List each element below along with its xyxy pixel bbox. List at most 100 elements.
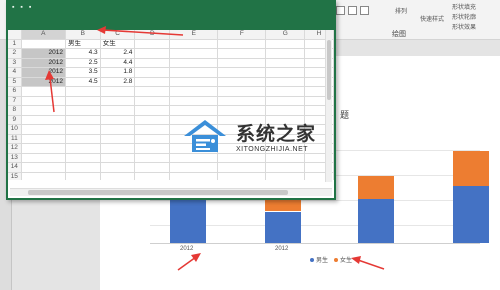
table-cell[interactable] xyxy=(266,106,306,116)
excel-quick-access[interactable]: ▪ ▪ ▪ xyxy=(12,4,33,11)
table-cell[interactable] xyxy=(170,49,219,59)
table-cell[interactable] xyxy=(100,125,136,135)
year-cell[interactable]: 2012 xyxy=(21,49,66,59)
bar-boys[interactable] xyxy=(358,198,394,243)
row-header[interactable]: 1 xyxy=(8,39,22,49)
row-header[interactable]: 3 xyxy=(8,58,22,68)
boys-value-cell[interactable]: 4.5 xyxy=(65,77,101,87)
boys-value-cell[interactable]: 2.5 xyxy=(65,58,101,68)
table-cell[interactable] xyxy=(65,96,101,106)
table-cell[interactable] xyxy=(218,172,267,180)
table-cell[interactable] xyxy=(100,87,136,97)
table-cell[interactable] xyxy=(100,163,136,173)
table-cell[interactable] xyxy=(135,58,171,68)
table-cell[interactable] xyxy=(21,125,66,135)
table-cell[interactable] xyxy=(21,144,66,154)
table-cell[interactable] xyxy=(135,115,171,125)
table-cell[interactable] xyxy=(218,106,267,116)
row-header[interactable]: 6 xyxy=(8,87,22,97)
table-cell[interactable] xyxy=(218,49,267,59)
table-cell[interactable] xyxy=(170,77,219,87)
rotate-icon[interactable] xyxy=(348,6,357,15)
table-cell[interactable] xyxy=(135,125,171,135)
table-cell[interactable] xyxy=(266,172,306,180)
scrollbar-thumb[interactable] xyxy=(28,190,288,195)
table-cell[interactable] xyxy=(135,153,171,163)
table-cell[interactable] xyxy=(170,106,219,116)
boys-value-cell[interactable]: 4.3 xyxy=(65,49,101,59)
row-header[interactable]: 14 xyxy=(8,163,22,173)
table-cell[interactable] xyxy=(170,87,219,97)
table-cell[interactable] xyxy=(65,163,101,173)
bar-boys[interactable] xyxy=(265,211,301,243)
horizontal-scrollbar[interactable] xyxy=(10,188,332,196)
column-header[interactable]: G xyxy=(266,30,306,40)
table-cell[interactable] xyxy=(101,172,136,180)
table-cell[interactable] xyxy=(218,77,267,87)
table-cell[interactable] xyxy=(218,68,267,78)
row-header[interactable]: 4 xyxy=(8,68,22,78)
table-cell[interactable] xyxy=(100,96,136,106)
table-cell[interactable] xyxy=(266,58,306,68)
table-cell[interactable] xyxy=(65,87,101,97)
arrange-label[interactable]: 排列 xyxy=(395,6,407,15)
table-cell[interactable] xyxy=(170,96,219,106)
row-header[interactable]: 9 xyxy=(8,115,22,125)
table-cell[interactable] xyxy=(170,68,219,78)
table-cell[interactable] xyxy=(100,134,136,144)
bar-girls[interactable] xyxy=(358,176,394,199)
cell-a1[interactable] xyxy=(21,39,66,49)
table-cell[interactable] xyxy=(100,115,136,125)
table-cell[interactable] xyxy=(65,106,101,116)
cell-c1[interactable]: 女生 xyxy=(100,39,136,49)
table-cell[interactable] xyxy=(135,106,171,116)
table-cell[interactable] xyxy=(21,163,66,173)
year-cell[interactable]: 2012 xyxy=(21,58,66,68)
cell-b1[interactable]: 男生 xyxy=(65,39,101,49)
row-header[interactable]: 2 xyxy=(8,49,22,59)
table-cell[interactable] xyxy=(135,163,171,173)
table-cell[interactable] xyxy=(218,153,267,163)
table-cell[interactable] xyxy=(65,125,101,135)
table-cell[interactable] xyxy=(266,153,306,163)
table-cell[interactable] xyxy=(135,96,171,106)
table-cell[interactable] xyxy=(135,39,171,49)
table-cell[interactable] xyxy=(135,144,171,154)
girls-value-cell[interactable]: 2.4 xyxy=(100,49,136,59)
table-cell[interactable] xyxy=(170,58,219,68)
table-cell[interactable] xyxy=(135,68,171,78)
vertical-scrollbar[interactable] xyxy=(325,30,332,182)
table-cell[interactable] xyxy=(218,39,267,49)
table-cell[interactable] xyxy=(100,144,136,154)
column-header[interactable]: F xyxy=(218,30,267,40)
table-cell[interactable] xyxy=(22,172,66,180)
scrollbar-thumb[interactable] xyxy=(327,40,331,100)
row-header[interactable]: 11 xyxy=(8,134,22,144)
table-cell[interactable] xyxy=(266,87,306,97)
bar-boys[interactable] xyxy=(453,186,489,243)
table-cell[interactable] xyxy=(66,172,101,180)
column-header[interactable]: A xyxy=(21,30,66,40)
row-header[interactable]: 15 xyxy=(8,172,22,180)
quick-style-label[interactable]: 快速样式 xyxy=(420,14,444,23)
girls-value-cell[interactable]: 2.8 xyxy=(100,77,136,87)
table-cell[interactable] xyxy=(170,172,219,180)
arrange-icon[interactable] xyxy=(336,6,345,15)
table-cell[interactable] xyxy=(170,153,219,163)
bar-girls[interactable] xyxy=(453,151,489,187)
table-cell[interactable] xyxy=(100,106,136,116)
shape-effect-label[interactable]: 形状效果 xyxy=(452,22,476,31)
chart-title[interactable]: 题 xyxy=(340,108,349,121)
table-cell[interactable] xyxy=(21,153,66,163)
table-cell[interactable] xyxy=(266,39,306,49)
table-cell[interactable] xyxy=(218,87,267,97)
table-cell[interactable] xyxy=(21,115,66,125)
table-cell[interactable] xyxy=(266,68,306,78)
table-cell[interactable] xyxy=(21,134,66,144)
row-header[interactable]: 8 xyxy=(8,106,22,116)
table-cell[interactable] xyxy=(100,153,136,163)
row-header[interactable]: 13 xyxy=(8,153,22,163)
table-cell[interactable] xyxy=(65,144,101,154)
table-cell[interactable] xyxy=(65,134,101,144)
girls-value-cell[interactable]: 1.8 xyxy=(100,68,136,78)
